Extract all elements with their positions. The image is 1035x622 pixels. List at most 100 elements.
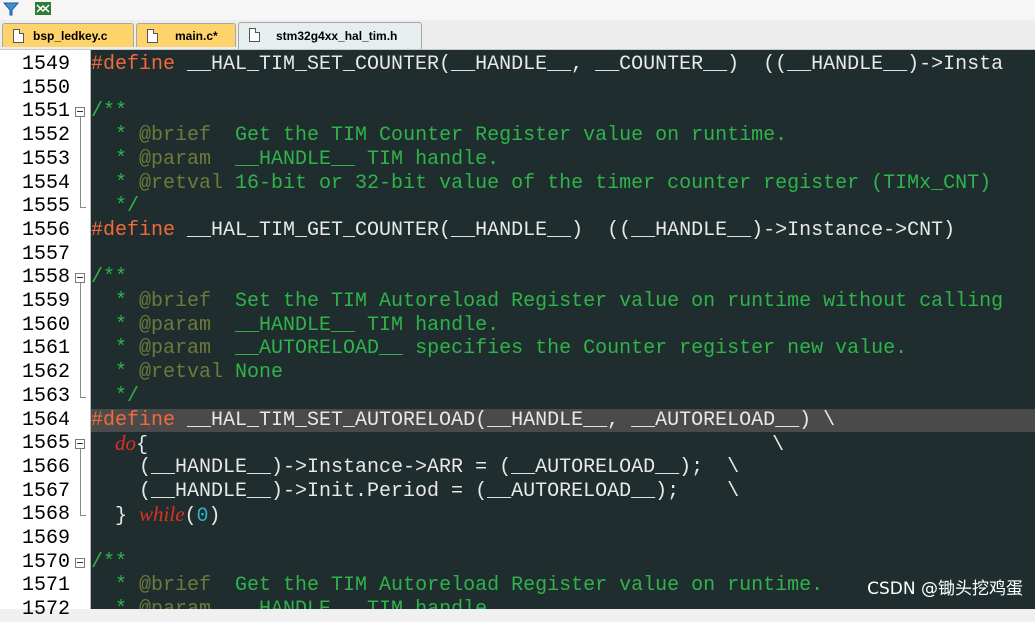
code-line[interactable]: /** (91, 266, 1035, 290)
tab-label: stm32g4xx_hal_tim.h (276, 29, 398, 43)
code-token: @param (139, 313, 212, 337)
code-line[interactable] (91, 527, 1035, 551)
code-line[interactable]: #define __HAL_TIM_GET_COUNTER(__HANDLE__… (91, 219, 1035, 243)
fold-end-marker (80, 207, 86, 209)
tab-label: bsp_ledkey.c (33, 29, 108, 43)
code-token: __HAL_TIM_SET_AUTORELOAD(__HANDLE__, __A… (175, 408, 836, 432)
code-token: /** (91, 550, 128, 574)
fold-guide (80, 283, 81, 397)
code-token: __HANDLE__ TIM handle. (211, 313, 500, 337)
code-token: @param (139, 337, 212, 361)
code-line[interactable] (91, 77, 1035, 101)
fold-toggle-icon[interactable] (75, 273, 85, 284)
line-number: 1566 (21, 455, 70, 479)
fold-toggle-icon[interactable] (75, 557, 85, 568)
code-line[interactable]: } while(0) (91, 502, 1035, 529)
code-line[interactable]: * @brief Set the TIM Autoreload Register… (91, 290, 1035, 314)
code-token: * (91, 147, 140, 171)
code-token: */ (91, 195, 140, 219)
code-line[interactable]: */ (91, 195, 1035, 219)
code-token: __HANDLE__ TIM handle. (211, 598, 499, 609)
line-number: 1569 (21, 527, 70, 550)
code-token: __HAL_TIM_GET_COUNTER(__HANDLE__) ((__HA… (175, 218, 956, 242)
line-number: 1554 (21, 171, 70, 195)
code-token: None (223, 361, 284, 385)
line-number: 1572 (21, 598, 70, 622)
line-number: 1558 (21, 266, 70, 290)
code-token: while (139, 502, 185, 527)
code-token: __HANDLE__ TIM handle. (211, 147, 500, 171)
code-token: ( (184, 505, 197, 529)
tab-stm32g4xx-hal-tim[interactable]: stm32g4xx_hal_tim.h (238, 22, 422, 49)
code-token: Get the TIM Autoreload Register value on… (211, 574, 824, 598)
code-token: @brief (139, 290, 212, 313)
toolbar (0, 0, 1035, 21)
tab-label: main.c* (175, 29, 218, 43)
line-number: 1563 (21, 384, 70, 408)
file-icon (249, 28, 260, 42)
code-token: * (91, 290, 140, 313)
code-editor[interactable]: #define __HAL_TIM_SET_COUNTER(__HANDLE__… (91, 50, 1035, 609)
editor-tab-bar: bsp_ledkey.c main.c* stm32g4xx_hal_tim.h (0, 20, 1035, 50)
tab-main[interactable]: main.c* (136, 23, 236, 47)
line-number: 1568 (21, 503, 70, 527)
line-number: 1556 (21, 218, 70, 242)
code-line[interactable] (91, 243, 1035, 267)
fold-end-marker (80, 396, 86, 398)
code-token: * (91, 361, 140, 385)
code-token: #define (91, 408, 176, 432)
code-line[interactable]: * @param __HANDLE__ TIM handle. (91, 148, 1035, 172)
code-line[interactable]: /** (91, 100, 1035, 124)
diagram-icon[interactable] (34, 1, 52, 17)
code-token: 0 (196, 505, 209, 529)
code-line[interactable]: * @param __HANDLE__ TIM handle. (91, 598, 1035, 609)
code-line[interactable]: #define __HAL_TIM_SET_COUNTER(__HANDLE__… (91, 53, 1035, 77)
code-token: @param (139, 147, 212, 171)
code-token: ) (208, 505, 221, 529)
code-line[interactable]: #define __HAL_TIM_SET_AUTORELOAD(__HANDL… (91, 408, 1035, 433)
code-token: do (115, 431, 137, 456)
fold-toggle-icon[interactable] (75, 107, 85, 118)
line-number: 1549 (21, 53, 70, 76)
code-token: * (91, 337, 140, 361)
code-token: @brief (139, 124, 212, 148)
code-token: { \ (136, 434, 785, 458)
code-line[interactable]: (__HANDLE__)->Init.Period = (__AUTORELOA… (91, 480, 1035, 504)
code-line[interactable]: * @brief Get the TIM Counter Register va… (91, 124, 1035, 148)
line-number: 1557 (21, 242, 70, 266)
code-token: 16-bit or 32-bit value of the timer coun… (223, 171, 992, 195)
fold-guide (80, 117, 81, 208)
code-token: * (91, 313, 140, 337)
code-token: (__HANDLE__)->Instance->ARR = (__AUTOREL… (91, 455, 740, 479)
code-token: __HAL_TIM_SET_COUNTER(__HANDLE__, __COUN… (175, 53, 1004, 76)
code-line[interactable]: (__HANDLE__)->Instance->ARR = (__AUTOREL… (91, 456, 1035, 480)
code-line[interactable]: * @retval 16-bit or 32-bit value of the … (91, 172, 1035, 196)
code-line[interactable]: * @param __AUTORELOAD__ specifies the Co… (91, 337, 1035, 361)
code-line[interactable]: /** (91, 551, 1035, 575)
line-number: 1571 (21, 574, 70, 598)
code-token: * (91, 574, 140, 598)
code-line[interactable]: * @param __HANDLE__ TIM handle. (91, 314, 1035, 338)
fold-toggle-icon[interactable] (75, 439, 85, 450)
code-token: @retval (139, 171, 224, 195)
code-token: __AUTORELOAD__ specifies the Counter reg… (211, 337, 908, 361)
watermark: CSDN @锄头挖鸡蛋 (867, 579, 1023, 599)
file-icon (13, 29, 24, 43)
code-token: } (91, 505, 140, 529)
line-number: 1570 (21, 550, 70, 574)
line-number: 1555 (21, 195, 70, 219)
code-token: Get the TIM Counter Register value on ru… (211, 124, 788, 148)
code-line[interactable]: */ (91, 385, 1035, 409)
line-number: 1560 (21, 313, 70, 337)
line-number: 1567 (21, 479, 70, 503)
tab-bsp-ledkey[interactable]: bsp_ledkey.c (2, 23, 134, 47)
line-number-gutter[interactable]: 1549 1550 1551 1552 1553 1554 1555 1556 1557 1558… (0, 50, 91, 621)
filter-icon[interactable] (2, 1, 20, 17)
code-token: /** (91, 100, 128, 124)
code-line[interactable]: do{ \ (91, 431, 1035, 458)
code-token: * (91, 171, 140, 195)
code-line[interactable]: * @retval None (91, 361, 1035, 385)
line-number: 1565 (21, 432, 70, 456)
code-token: @brief (139, 574, 212, 598)
